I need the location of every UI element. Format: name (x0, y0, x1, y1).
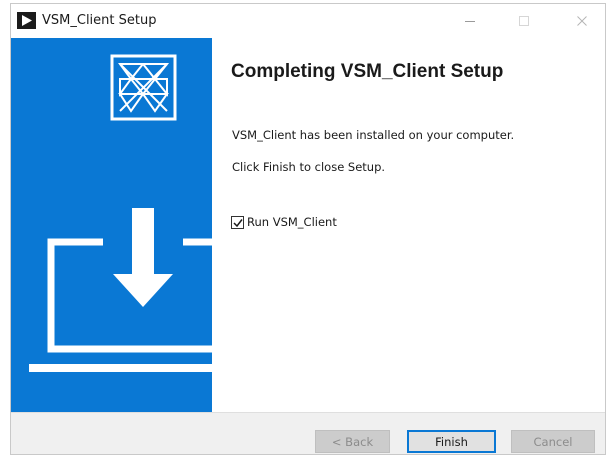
installer-logo-icon (110, 54, 177, 121)
title-bar[interactable]: VSM_Client Setup (11, 4, 605, 38)
back-button[interactable]: < Back (315, 430, 390, 453)
side-panel (11, 38, 212, 412)
installed-message: VSM_Client has been installed on your co… (232, 128, 515, 142)
close-icon (577, 16, 587, 26)
content-panel: Completing VSM_Client Setup VSM_Client h… (212, 38, 605, 412)
finish-button[interactable]: Finish (407, 430, 496, 453)
laptop-download-icon (29, 208, 212, 372)
close-button[interactable] (559, 4, 605, 38)
button-bar: < Back Finish Cancel (11, 412, 605, 454)
page-title: Completing VSM_Client Setup (231, 61, 504, 82)
minimize-button[interactable] (447, 4, 493, 38)
run-after-install-option[interactable]: Run VSM_Client (231, 215, 337, 229)
checkmark-icon (233, 218, 243, 227)
run-checkbox[interactable] (231, 215, 244, 229)
cancel-button[interactable]: Cancel (511, 430, 595, 453)
window-title: VSM_Client Setup (42, 13, 157, 28)
run-checkbox-label[interactable]: Run VSM_Client (247, 215, 337, 229)
setup-window: VSM_Client Setup Completing VSM_Client S… (10, 3, 606, 455)
maximize-icon (519, 16, 529, 26)
maximize-button[interactable] (501, 4, 547, 38)
play-triangle-icon (17, 12, 36, 29)
minimize-icon (465, 21, 475, 22)
finish-instruction: Click Finish to close Setup. (232, 160, 386, 174)
